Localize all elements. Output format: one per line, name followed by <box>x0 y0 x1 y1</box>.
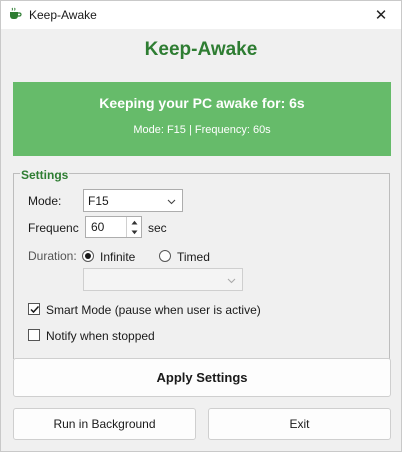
apply-settings-button[interactable]: Apply Settings <box>13 358 391 397</box>
mode-select-value: F15 <box>88 193 109 208</box>
run-in-background-button[interactable]: Run in Background <box>13 408 196 440</box>
notify-checkbox[interactable] <box>28 329 40 341</box>
exit-button[interactable]: Exit <box>208 408 391 440</box>
window-title: Keep-Awake <box>29 8 97 22</box>
status-details: Mode: F15 | Frequency: 60s <box>133 124 271 136</box>
duration-timed-label[interactable]: Timed <box>177 250 210 264</box>
duration-label: Duration: <box>28 249 77 263</box>
mode-select[interactable]: F15 <box>83 189 183 212</box>
coffee-cup-icon <box>8 7 22 21</box>
app-window: Keep-Awake ✕ Keep-Awake Keeping your PC … <box>0 0 402 452</box>
timed-duration-select[interactable] <box>83 268 243 291</box>
duration-timed-radio[interactable] <box>159 250 171 262</box>
settings-group: Settings Mode: F15 Frequenc 60 sec Durat… <box>13 168 390 359</box>
mode-label: Mode: <box>28 194 62 208</box>
frequency-label: Frequenc <box>28 221 79 235</box>
status-countdown: Keeping your PC awake for: 6s <box>99 95 305 111</box>
duration-infinite-label[interactable]: Infinite <box>100 250 135 264</box>
spin-down-icon[interactable] <box>127 227 141 237</box>
frequency-stepper[interactable] <box>126 217 141 237</box>
title-bar[interactable]: Keep-Awake ✕ <box>1 1 401 29</box>
frequency-value: 60 <box>91 220 105 234</box>
settings-legend: Settings <box>20 168 70 182</box>
frequency-unit: sec <box>148 221 167 235</box>
close-icon: ✕ <box>374 7 388 24</box>
duration-infinite-radio[interactable] <box>82 250 94 262</box>
smart-mode-label[interactable]: Smart Mode (pause when user is active) <box>46 303 261 317</box>
chevron-down-icon <box>227 274 236 284</box>
chevron-down-icon <box>167 195 176 205</box>
close-button[interactable]: ✕ <box>361 1 401 29</box>
status-panel: Keeping your PC awake for: 6s Mode: F15 … <box>13 82 391 156</box>
spin-up-icon[interactable] <box>127 217 141 227</box>
frequency-spinbox[interactable]: 60 <box>85 216 142 238</box>
smart-mode-checkbox[interactable] <box>28 303 40 315</box>
page-title: Keep-Awake <box>144 39 258 60</box>
notify-label[interactable]: Notify when stopped <box>46 329 155 343</box>
